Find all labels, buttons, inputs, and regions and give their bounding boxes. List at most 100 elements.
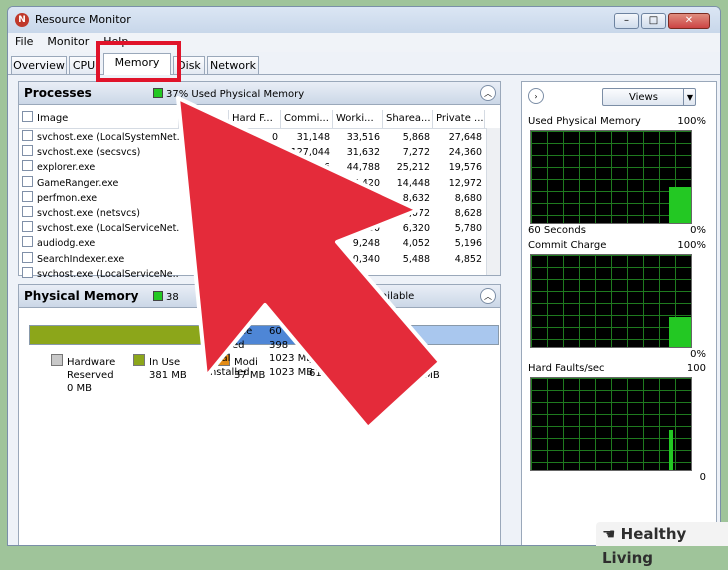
cell-hard: 0 <box>271 132 278 143</box>
in-use-indicator <box>153 291 163 301</box>
used-memory-indicator <box>153 88 163 98</box>
cell-hard <box>229 191 281 206</box>
tab-memory[interactable]: Memory <box>103 53 171 75</box>
process-checkbox[interactable] <box>22 145 33 157</box>
cell-private: 4,852 <box>454 253 482 265</box>
table-row[interactable]: svchost.exe (netsvcs) 8,136 19,700 11,072 8,… <box>19 205 486 221</box>
processes-header[interactable]: Processes 37% Used Physical Memory ︿ <box>18 81 501 105</box>
legend-hardware-reserved: Hardware Reserved 0 MB <box>51 354 115 395</box>
cell-working: 44,788 <box>346 162 380 174</box>
process-checkbox[interactable] <box>22 130 33 141</box>
cell-shareable: 5,488 <box>402 253 430 265</box>
in-use-swatch <box>133 354 145 366</box>
cell-shareable: 11,072 <box>396 207 430 219</box>
cell-working <box>333 267 383 282</box>
resource-monitor-icon: N <box>15 13 29 27</box>
processes-title: Processes <box>24 86 92 100</box>
cell-image: audiodg.exe <box>19 236 179 251</box>
process-checkbox[interactable] <box>22 205 33 217</box>
process-checkbox[interactable] <box>22 236 33 248</box>
graph-max-commit-charge: 100% <box>677 240 706 251</box>
table-row[interactable]: svchost.exe (LocalSystemNet... 0 31,148 33,… <box>19 130 486 145</box>
cell-image: svchost.exe (LocalServiceNe... <box>19 266 179 282</box>
graph-max-hard-faults: 100 <box>686 363 706 374</box>
cell-private: 12,972 <box>448 177 482 189</box>
cell-image: GameRanger.exe <box>19 175 179 191</box>
table-row[interactable]: svchost.exe (secsvcs) 0 127,044 31,632 7,272… <box>19 145 486 160</box>
title-bar: N Resource Monitor – □ ✕ <box>8 7 720 33</box>
cell-private: 8,628 <box>454 207 482 219</box>
close-button[interactable]: ✕ <box>668 13 710 29</box>
views-dropdown[interactable]: Views ▼ <box>602 88 696 106</box>
menu-file[interactable]: File <box>8 33 40 52</box>
process-checkbox[interactable] <box>22 190 33 202</box>
cell-private: 19,576 <box>448 162 482 174</box>
dropdown-arrow-icon: ▼ <box>682 89 693 106</box>
cell-commit <box>281 252 333 267</box>
column-pid[interactable]: PID <box>179 110 229 128</box>
cell-shareable: 7,272 <box>402 147 430 159</box>
table-row[interactable]: SearchIndexer.exe 0,340 5,488 4,852 <box>19 251 486 267</box>
cell-image: perfmon.exe <box>19 190 179 206</box>
tab-cpu[interactable]: CPU <box>69 56 99 74</box>
graph-min-hard-faults: 0 <box>699 472 706 483</box>
cell-private: 27,648 <box>448 132 482 143</box>
graph-min-used-physical-memory: 0% <box>690 225 706 236</box>
cell-image: explorer.exe <box>19 160 179 175</box>
column-image[interactable]: Image <box>19 110 179 128</box>
memory-stats: Available 60 Cached 398 Total 1023 MB Insta… <box>207 326 314 378</box>
collapse-physical-memory-button[interactable]: ︿ <box>480 288 496 304</box>
column-hard-faults[interactable]: Hard F... <box>229 110 281 128</box>
select-all-checkbox[interactable] <box>22 111 33 122</box>
cell-hard <box>229 221 281 236</box>
column-commit[interactable]: Commi... <box>281 110 333 128</box>
process-column-headers: Image PID Hard F... Commi... Worki... Sh… <box>19 110 486 129</box>
healthy-living-watermark: ☚ Healthy Living <box>596 522 728 567</box>
cell-shareable: 8,632 <box>402 192 430 204</box>
minimize-button[interactable]: – <box>614 13 639 29</box>
column-working-set[interactable]: Worki... <box>333 110 383 128</box>
cell-commit <box>281 236 333 251</box>
processes-panel: Processes 37% Used Physical Memory ︿ Ima… <box>18 81 501 280</box>
table-row[interactable]: svchost.exe (LocalServiceNet... 6 12,100 6,… <box>19 221 486 236</box>
hard-faults-graph <box>530 377 692 471</box>
used-physical-memory-graph <box>530 130 692 224</box>
cell-hard <box>229 236 281 251</box>
table-row[interactable]: perfmon.exe 10,844 17,312 8,632 8,680 <box>19 190 486 206</box>
cell-shareable: 6,320 <box>402 223 430 235</box>
process-checkbox[interactable] <box>22 175 33 187</box>
tab-disk[interactable]: Disk <box>173 56 205 74</box>
process-checkbox[interactable] <box>22 221 33 233</box>
cell-working: 0,340 <box>352 253 380 265</box>
tab-network[interactable]: Network <box>207 56 259 74</box>
process-checkbox[interactable] <box>22 266 33 278</box>
collapse-processes-button[interactable]: ︿ <box>480 85 496 101</box>
column-private[interactable]: Private ... <box>433 110 485 128</box>
menu-help[interactable]: Help <box>96 33 135 52</box>
table-row[interactable]: audiodg.exe 9,248 4,052 5,196 <box>19 236 486 251</box>
table-row[interactable]: GameRanger.exe 0 17,972 27,420 14,448 12,972 <box>19 175 486 191</box>
process-checkbox[interactable] <box>22 160 33 172</box>
menu-monitor[interactable]: Monitor <box>40 33 96 52</box>
memory-bar-segment <box>385 326 498 344</box>
expand-graphs-button[interactable]: › <box>528 88 544 104</box>
cell-commit: 32,736 <box>296 162 330 174</box>
tab-overview[interactable]: Overview <box>11 56 67 74</box>
table-row[interactable]: explorer.exe 0 32,736 44,788 25,212 19,576 <box>19 160 486 175</box>
cell-pid <box>179 160 229 175</box>
wikihow-hand-icon: ☚ <box>602 525 621 543</box>
cell-image: svchost.exe (LocalServiceNet... <box>19 221 179 236</box>
cell-commit <box>281 267 333 282</box>
process-list-scrollbar[interactable] <box>486 128 500 275</box>
process-checkbox[interactable] <box>22 251 33 263</box>
table-row[interactable]: svchost.exe (LocalServiceNe... <box>19 266 486 282</box>
graph-title-commit-charge: Commit Charge <box>528 240 607 251</box>
maximize-button[interactable]: □ <box>641 13 666 29</box>
cell-image: SearchIndexer.exe <box>19 251 179 267</box>
physical-memory-in-use-summary: 38 <box>166 292 179 303</box>
physical-memory-header[interactable]: Physical Memory 38 Available ︿ <box>18 284 501 308</box>
column-shareable[interactable]: Sharea... <box>383 110 433 128</box>
cell-shareable: 25,212 <box>396 162 430 174</box>
graph-timespan-label: 60 Seconds <box>528 225 586 236</box>
cell-hard: 0 <box>271 147 278 159</box>
